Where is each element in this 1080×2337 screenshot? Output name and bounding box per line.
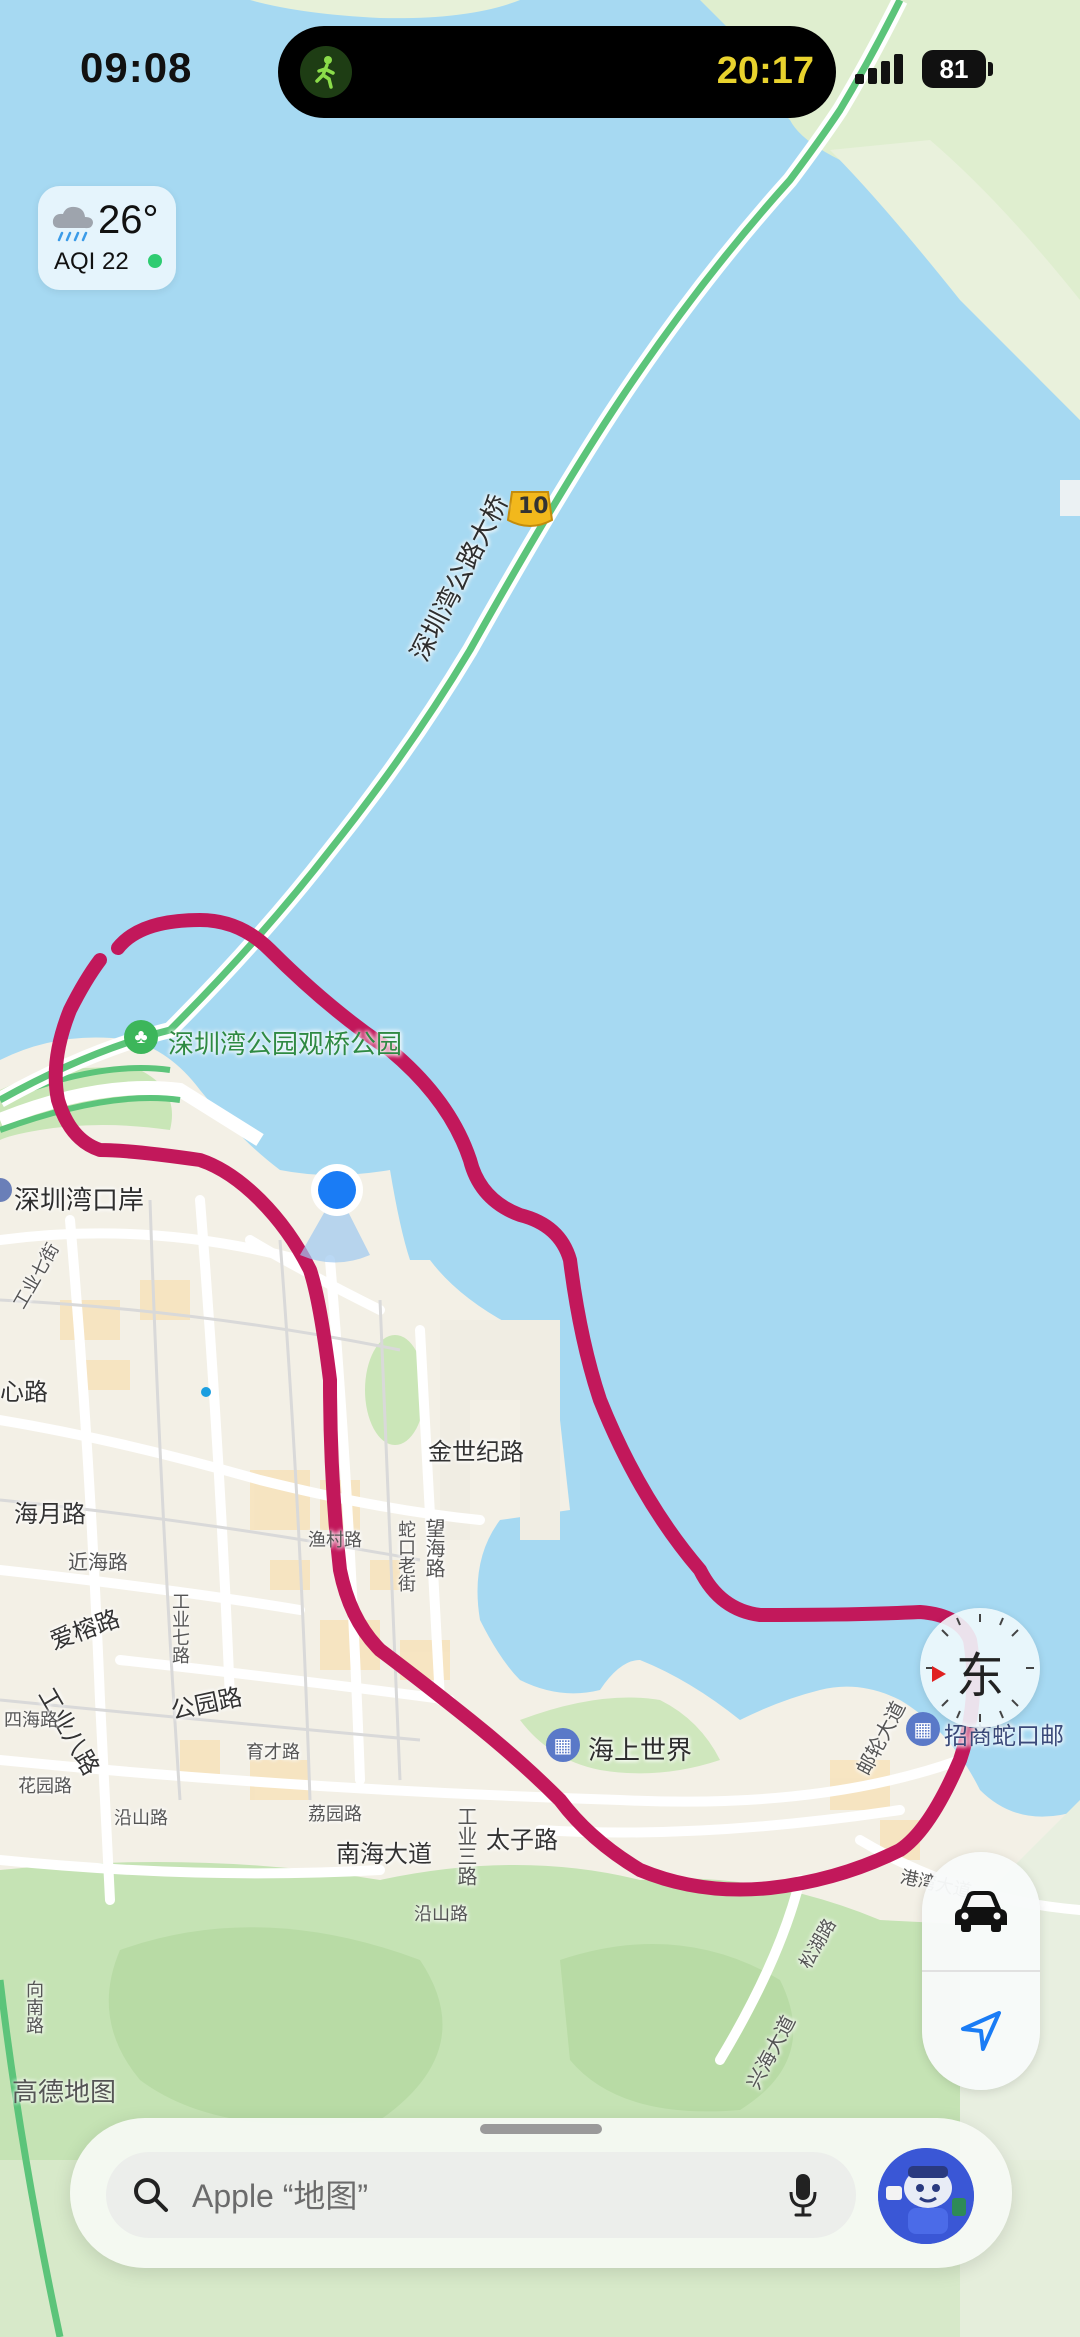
road-yucai: 育才路 xyxy=(246,1742,300,1763)
road-gongye7: 工业七路 xyxy=(169,1592,190,1664)
weather-temperature: 26° xyxy=(98,198,159,242)
road-xinyou: 心路 xyxy=(0,1378,48,1406)
walking-person-icon xyxy=(300,46,352,98)
microphone-icon[interactable] xyxy=(788,2172,818,2218)
road-shekou-old: 蛇口老街 xyxy=(395,1520,416,1592)
status-bar: 09:08 20:17 81 xyxy=(0,0,1080,120)
drive-mode-button[interactable] xyxy=(922,1852,1040,1970)
map-canvas[interactable] xyxy=(0,0,1080,2337)
weather-aqi: AQI 22 xyxy=(54,248,129,275)
road-jinshiji: 金世纪路 xyxy=(428,1438,524,1466)
cellular-signal-icon xyxy=(855,54,903,84)
search-icon xyxy=(134,2178,168,2212)
road-gongye3: 工业三路 xyxy=(454,1806,478,1886)
battery-cap xyxy=(988,62,993,76)
port-label[interactable]: 深圳湾口岸 xyxy=(14,1180,144,1217)
road-xiangnan: 向南路 xyxy=(23,1980,44,2034)
road-jinhai: 近海路 xyxy=(68,1550,128,1574)
search-sheet[interactable] xyxy=(70,2118,1012,2268)
weather-widget[interactable]: 26° AQI 22 xyxy=(38,186,176,290)
rain-cloud-icon xyxy=(52,206,93,242)
aqi-status-dot xyxy=(148,254,162,268)
haishang-shijie-icon[interactable]: ▦ xyxy=(546,1728,580,1762)
search-field-container[interactable] xyxy=(106,2152,856,2238)
route-shield-label: 10 xyxy=(518,494,549,519)
status-time: 09:08 xyxy=(80,44,193,91)
road-huayuan: 花园路 xyxy=(18,1776,72,1797)
locate-me-button[interactable] xyxy=(922,1972,1040,2090)
map-controls xyxy=(922,1852,1040,2090)
road-sihai: 四海路 xyxy=(4,1710,58,1731)
activity-timer: 20:17 xyxy=(716,50,814,92)
haishang-shijie-label[interactable]: 海上世界 xyxy=(588,1730,692,1767)
search-input[interactable] xyxy=(190,2166,754,2226)
road-taizi: 太子路 xyxy=(486,1826,558,1854)
car-icon xyxy=(955,1891,1007,1932)
compass-north-needle xyxy=(932,1666,946,1682)
avatar-figure xyxy=(878,2148,974,2244)
road-haiyue: 海月路 xyxy=(14,1500,86,1528)
park-icon[interactable]: ♣ xyxy=(124,1020,158,1054)
road-wanghai: 望海路 xyxy=(422,1518,446,1578)
sheet-grabber[interactable] xyxy=(480,2124,602,2134)
memoji-avatar-icon[interactable] xyxy=(878,2148,974,2244)
road-yanshan-2: 沿山路 xyxy=(414,1904,468,1925)
park-label[interactable]: 深圳湾公园观桥公园 xyxy=(168,1024,402,1061)
road-yucun: 渔村路 xyxy=(308,1530,362,1551)
compass-label: 东 xyxy=(956,1648,1005,1704)
road-nanhai: 南海大道 xyxy=(336,1840,432,1868)
compass-button[interactable]: 东 xyxy=(920,1608,1040,1728)
dynamic-island[interactable]: 20:17 xyxy=(278,26,836,118)
location-arrow-icon xyxy=(961,2011,1001,2051)
amap-watermark: 高德地图 xyxy=(12,2078,117,2108)
battery-indicator: 81 xyxy=(922,50,986,88)
road-liyuan: 荔园路 xyxy=(308,1804,362,1825)
road-yanshan: 沿山路 xyxy=(114,1808,168,1829)
